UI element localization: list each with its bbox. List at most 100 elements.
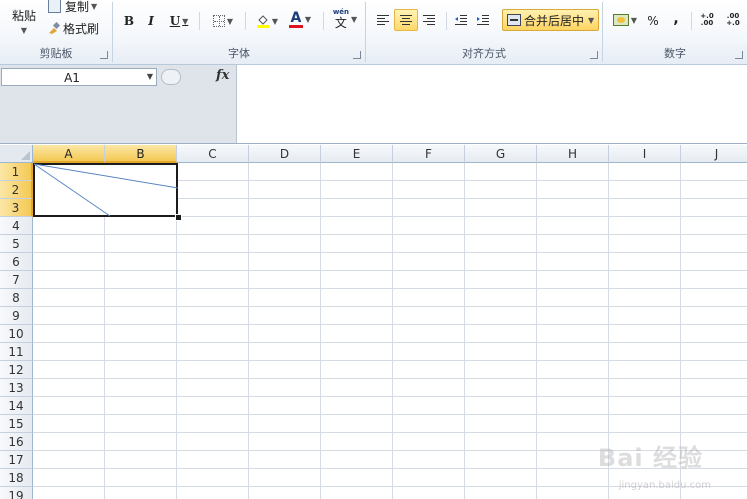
watermark-url: jingyan.baidu.com xyxy=(618,480,711,491)
clipboard-launcher-icon[interactable] xyxy=(100,51,108,59)
alignment-group: 合并后居中 ▼ 对齐方式 xyxy=(366,0,602,64)
alignment-group-label: 对齐方式 xyxy=(462,47,506,60)
column-header-a[interactable]: A xyxy=(33,145,105,163)
row-header-13[interactable]: 13 xyxy=(0,379,33,397)
row-header-8[interactable]: 8 xyxy=(0,289,33,307)
column-header-g[interactable]: G xyxy=(465,145,537,163)
fill-color-button[interactable]: ▼ xyxy=(251,11,283,31)
chevron-down-icon: ▼ xyxy=(630,15,638,25)
toolbar-divider xyxy=(446,12,447,30)
copy-button[interactable]: 复制 ▼ xyxy=(48,0,108,16)
toolbar-divider xyxy=(323,12,324,30)
row-header-18[interactable]: 18 xyxy=(0,469,33,487)
column-header-b[interactable]: B xyxy=(105,145,177,163)
fill-handle[interactable] xyxy=(175,214,182,221)
row-header-9[interactable]: 9 xyxy=(0,307,33,325)
fill-bucket-icon xyxy=(256,14,270,28)
row-header-10[interactable]: 10 xyxy=(0,325,33,343)
copy-label: 复制 xyxy=(65,0,90,14)
row-header-7[interactable]: 7 xyxy=(0,271,33,289)
row-header-15[interactable]: 15 xyxy=(0,415,33,433)
font-group: B I U ▼ ▼ ▼ A ▼ wén 文 ▼ 字体 xyxy=(113,0,365,64)
italic-button[interactable]: I xyxy=(141,11,161,31)
paste-label: 粘贴 xyxy=(11,9,36,23)
row-header-4[interactable]: 4 xyxy=(0,217,33,235)
underline-button[interactable]: U ▼ xyxy=(165,11,193,31)
chevron-down-icon: ▼ xyxy=(226,16,234,26)
font-launcher-icon[interactable] xyxy=(353,51,361,59)
row-header-5[interactable]: 5 xyxy=(0,235,33,253)
align-center-button[interactable] xyxy=(394,9,418,31)
phonetic-guide-button[interactable]: wén 文 ▼ xyxy=(329,8,361,30)
row-header-16[interactable]: 16 xyxy=(0,433,33,451)
row-header-11[interactable]: 11 xyxy=(0,343,33,361)
comma-style-button[interactable]: , xyxy=(667,9,685,29)
formula-bar: A1 ▼ fx xyxy=(0,65,747,144)
column-header-j[interactable]: J xyxy=(681,145,747,163)
row-header-1[interactable]: 1 xyxy=(0,163,33,181)
copy-icon xyxy=(48,0,61,13)
name-box[interactable]: A1 ▼ xyxy=(1,68,157,86)
merge-center-button[interactable]: 合并后居中 ▼ xyxy=(502,9,600,31)
row-header-19[interactable]: 19 xyxy=(0,487,33,499)
font-group-label: 字体 xyxy=(228,47,250,60)
number-launcher-icon[interactable] xyxy=(735,51,743,59)
align-right-button[interactable] xyxy=(418,10,440,30)
alignment-launcher-icon[interactable] xyxy=(590,51,598,59)
row-header-3[interactable]: 3 xyxy=(0,199,33,217)
decrease-decimal-icon: .00 +.0 xyxy=(726,12,742,27)
merge-label: 合并后居中 xyxy=(524,13,585,28)
column-header-h[interactable]: H xyxy=(537,145,609,163)
formula-input[interactable] xyxy=(237,65,747,143)
border-icon xyxy=(212,15,225,27)
chevron-down-icon: ▼ xyxy=(20,26,28,35)
increase-indent-button[interactable] xyxy=(472,10,494,30)
insert-function-icon[interactable]: fx xyxy=(216,68,229,83)
row-header-12[interactable]: 12 xyxy=(0,361,33,379)
format-painter-button[interactable]: 格式刷 xyxy=(48,18,110,38)
decrease-indent-icon xyxy=(455,15,467,25)
border-button[interactable]: ▼ xyxy=(207,11,239,31)
number-group-label: 数字 xyxy=(664,47,686,60)
accounting-format-button[interactable]: ▼ xyxy=(609,10,641,30)
select-all-button[interactable] xyxy=(0,145,33,163)
chevron-down-icon[interactable]: ▼ xyxy=(147,72,153,81)
formula-bar-left-panel: A1 ▼ fx xyxy=(0,65,237,143)
italic-label: I xyxy=(148,14,154,28)
paste-button[interactable]: 粘贴 ▼ xyxy=(6,3,42,39)
clipboard-group: 粘贴 ▼ 复制 ▼ 格式刷 剪贴板 xyxy=(0,0,112,64)
column-header-d[interactable]: D xyxy=(249,145,321,163)
align-left-icon xyxy=(377,15,389,25)
chevron-down-icon: ▼ xyxy=(271,16,279,26)
align-left-button[interactable] xyxy=(372,10,394,30)
chevron-down-icon: ▼ xyxy=(351,14,358,24)
toolbar-divider xyxy=(245,12,246,30)
percent-button[interactable]: % xyxy=(643,11,663,31)
row-header-14[interactable]: 14 xyxy=(0,397,33,415)
font-color-icon: A xyxy=(288,10,303,28)
formula-bar-resize-handle[interactable] xyxy=(161,69,181,85)
row-header-17[interactable]: 17 xyxy=(0,451,33,469)
decrease-indent-button[interactable] xyxy=(450,10,472,30)
row-header-6[interactable]: 6 xyxy=(0,253,33,271)
bold-button[interactable]: B xyxy=(119,11,139,31)
ribbon: 粘贴 ▼ 复制 ▼ 格式刷 剪贴板 B I U ▼ ▼ ▼ A ▼ wén 文 … xyxy=(0,0,747,65)
row-header-2[interactable]: 2 xyxy=(0,181,33,199)
format-painter-label: 格式刷 xyxy=(63,21,100,36)
column-header-c[interactable]: C xyxy=(177,145,249,163)
chevron-down-icon: ▼ xyxy=(588,15,595,25)
column-header-i[interactable]: I xyxy=(609,145,681,163)
column-header-e[interactable]: E xyxy=(321,145,393,163)
decrease-decimal-button[interactable]: .00 +.0 xyxy=(721,10,745,30)
chevron-down-icon: ▼ xyxy=(304,14,312,24)
font-color-button[interactable]: A ▼ xyxy=(285,9,315,29)
column-header-f[interactable]: F xyxy=(393,145,465,163)
worksheet-grid: A B C D E F G H I J 1 2 3 4 5 6 7 8 9 10… xyxy=(0,145,747,499)
brush-icon xyxy=(48,21,61,34)
increase-decimal-button[interactable]: +.0 .00 xyxy=(695,10,719,30)
chevron-down-icon: ▼ xyxy=(91,1,98,11)
phonetic-glyph: 文 xyxy=(334,16,347,30)
toolbar-divider xyxy=(199,12,200,30)
merge-cells-icon xyxy=(507,14,521,26)
align-right-icon xyxy=(423,15,435,25)
